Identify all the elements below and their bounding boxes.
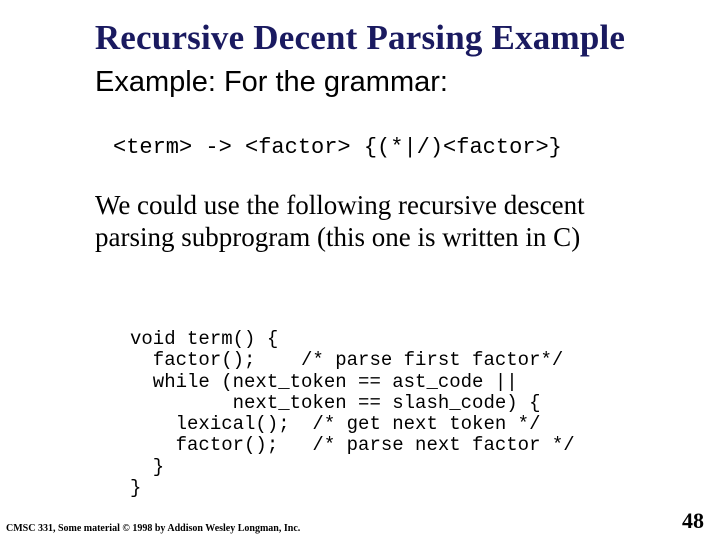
- slide-title: Recursive Decent Parsing Example: [0, 18, 720, 58]
- page-number: 48: [682, 508, 704, 534]
- slide-subtitle: Example: For the grammar:: [95, 66, 448, 99]
- code-line: factor(); /* parse next factor */: [130, 434, 575, 456]
- body-paragraph: We could use the following recursive des…: [95, 190, 650, 254]
- slide: Recursive Decent Parsing Example Example…: [0, 0, 720, 540]
- code-line: while (next_token == ast_code ||: [130, 371, 518, 393]
- code-line: factor(); /* parse first factor*/: [130, 349, 563, 371]
- code-line: }: [130, 477, 141, 499]
- code-block: void term() { factor(); /* parse first f…: [130, 329, 575, 499]
- code-line: lexical(); /* get next token */: [130, 413, 540, 435]
- code-line: next_token == slash_code) {: [130, 392, 540, 414]
- grammar-rule: <term> -> <factor> {(*|/)<factor>}: [113, 135, 562, 160]
- code-line: void term() {: [130, 328, 278, 350]
- footer-citation: CMSC 331, Some material © 1998 by Addiso…: [6, 523, 300, 534]
- code-line: }: [130, 456, 164, 478]
